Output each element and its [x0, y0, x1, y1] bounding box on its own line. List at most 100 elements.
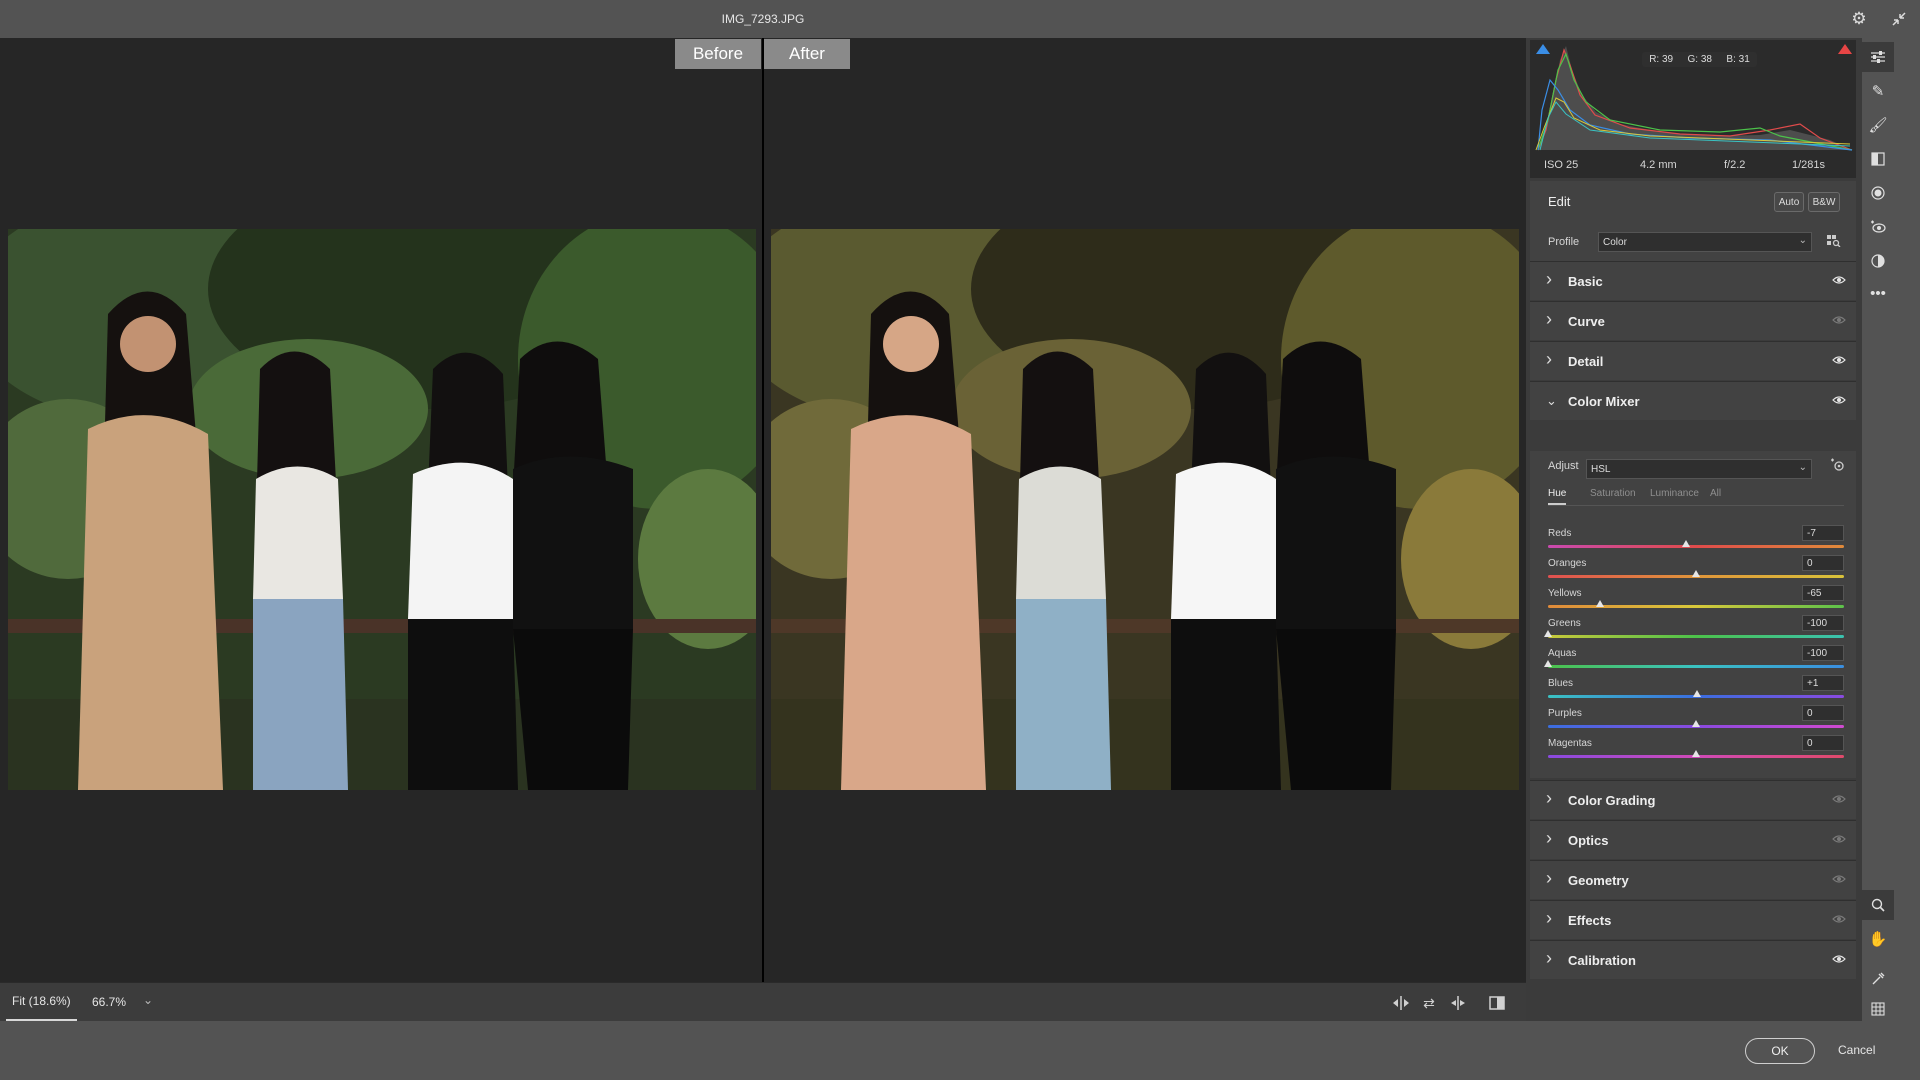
brush-icon[interactable]: 🖌	[1862, 110, 1894, 140]
slider-value-input[interactable]: -7	[1802, 525, 1844, 541]
slider-value-input[interactable]: -100	[1802, 615, 1844, 631]
tab-hue[interactable]: Hue	[1548, 488, 1567, 505]
chevron-down-icon[interactable]: ⌄	[143, 993, 153, 1007]
slider-value-input[interactable]: 0	[1802, 555, 1844, 571]
gear-icon[interactable]: ⚙	[1848, 8, 1870, 30]
slider-thumb[interactable]	[1544, 660, 1552, 667]
slider-thumb[interactable]	[1692, 570, 1700, 577]
eye-icon[interactable]	[1832, 831, 1846, 847]
profile-browser-icon[interactable]	[1827, 235, 1841, 250]
chevron-down-icon[interactable]: ⌄	[1546, 393, 1557, 409]
edit-title: Edit	[1548, 194, 1571, 209]
section-calibration[interactable]: › Calibration	[1530, 940, 1856, 979]
copy-settings-icon[interactable]	[1447, 992, 1469, 1014]
slider-thumb[interactable]	[1681, 540, 1690, 547]
grid-overlay-icon[interactable]	[1862, 994, 1894, 1024]
targeted-adjustment-icon[interactable]	[1829, 458, 1845, 475]
tab-saturation[interactable]: Saturation	[1590, 488, 1636, 499]
redeye-icon[interactable]	[1862, 212, 1894, 242]
section-detail[interactable]: › Detail	[1530, 341, 1856, 380]
section-color-grading[interactable]: › Color Grading	[1530, 780, 1856, 819]
profile-label: Profile	[1548, 236, 1580, 248]
slider-value-input[interactable]: -65	[1802, 585, 1844, 601]
zoom-value[interactable]: 66.7%	[92, 995, 126, 1009]
hand-icon[interactable]: ✋	[1862, 924, 1894, 954]
slider-label: Yellows	[1548, 588, 1582, 599]
section-color-mixer[interactable]: ⌄ Color Mixer	[1530, 381, 1856, 420]
slider-thumb[interactable]	[1595, 600, 1604, 607]
slider-thumb[interactable]	[1692, 750, 1700, 757]
section-basic[interactable]: › Basic	[1530, 261, 1856, 300]
ok-button[interactable]: OK	[1745, 1038, 1815, 1064]
collapse-icon[interactable]	[1888, 8, 1910, 30]
section-geometry[interactable]: › Geometry	[1530, 860, 1856, 899]
zoom-fit-button[interactable]: Fit (18.6%)	[6, 983, 77, 1021]
presets-icon[interactable]	[1862, 246, 1894, 276]
section-label: Detail	[1568, 354, 1604, 369]
image-canvas[interactable]: Before After	[0, 38, 1526, 982]
shadow-clipping-icon[interactable]	[1536, 44, 1550, 54]
slider-label: Purples	[1548, 708, 1582, 719]
slider-thumb[interactable]	[1544, 630, 1552, 637]
toggle-compare-icon[interactable]	[1486, 992, 1508, 1014]
eye-icon[interactable]	[1832, 352, 1846, 368]
slider-value-input[interactable]: 0	[1802, 735, 1844, 751]
eye-icon[interactable]	[1832, 791, 1846, 807]
slider-thumb[interactable]	[1692, 720, 1700, 727]
swap-settings-icon[interactable]: ⇄	[1418, 992, 1440, 1014]
more-icon[interactable]: •••	[1862, 278, 1894, 308]
color-sampler-icon[interactable]	[1862, 964, 1894, 994]
section-label: Curve	[1568, 314, 1605, 329]
slider-thumb[interactable]	[1693, 690, 1702, 697]
chevron-right-icon[interactable]: ›	[1546, 309, 1552, 330]
before-after-view-icon[interactable]	[1390, 992, 1412, 1014]
slider-track[interactable]	[1548, 605, 1844, 608]
chevron-right-icon[interactable]: ›	[1546, 828, 1552, 849]
slider-blues: Blues +1	[1548, 675, 1844, 708]
camera-raw-window: IMG_7293.JPG ⚙ Before After Fit (18.6%) …	[0, 0, 1920, 1080]
gradient-icon[interactable]	[1862, 144, 1894, 174]
chevron-right-icon[interactable]: ›	[1546, 948, 1552, 969]
eye-icon[interactable]	[1832, 392, 1846, 408]
chevron-right-icon[interactable]: ›	[1546, 349, 1552, 370]
adjust-select[interactable]: HSL ⌄	[1586, 459, 1812, 479]
chevron-right-icon[interactable]: ›	[1546, 788, 1552, 809]
slider-value-input[interactable]: +1	[1802, 675, 1844, 691]
section-effects[interactable]: › Effects	[1530, 900, 1856, 939]
exif-aperture: f/2.2	[1724, 159, 1746, 171]
section-optics[interactable]: › Optics	[1530, 820, 1856, 859]
slider-track[interactable]	[1548, 635, 1844, 638]
radial-icon[interactable]	[1862, 178, 1894, 208]
chevron-right-icon[interactable]: ›	[1546, 868, 1552, 889]
slider-track[interactable]	[1548, 545, 1844, 548]
slider-reds: Reds -7	[1548, 525, 1844, 558]
slider-track[interactable]	[1548, 665, 1844, 668]
tab-luminance[interactable]: Luminance	[1650, 488, 1699, 499]
tab-all[interactable]: All	[1710, 488, 1721, 499]
slider-value-input[interactable]: -100	[1802, 645, 1844, 661]
eye-icon[interactable]	[1832, 911, 1846, 927]
slider-magentas: Magentas 0	[1548, 735, 1844, 768]
bw-button[interactable]: B&W	[1808, 192, 1840, 212]
eye-icon[interactable]	[1832, 312, 1846, 328]
eye-icon[interactable]	[1832, 272, 1846, 288]
auto-button[interactable]: Auto	[1774, 192, 1804, 212]
section-curve[interactable]: › Curve	[1530, 301, 1856, 340]
zoom-icon[interactable]	[1862, 890, 1894, 920]
slider-label: Magentas	[1548, 738, 1592, 749]
edit-sliders-icon[interactable]	[1862, 42, 1894, 72]
title-bar: IMG_7293.JPG ⚙	[0, 0, 1920, 38]
chevron-right-icon[interactable]: ›	[1546, 269, 1552, 290]
cancel-button[interactable]: Cancel	[1838, 1043, 1875, 1057]
highlight-clipping-icon[interactable]	[1838, 44, 1852, 54]
healing-icon[interactable]: ✎	[1862, 76, 1894, 106]
profile-select[interactable]: Color ⌄	[1598, 232, 1812, 252]
slider-value-input[interactable]: 0	[1802, 705, 1844, 721]
slider-yellows: Yellows -65	[1548, 585, 1844, 618]
readout-g: G: 38	[1687, 54, 1712, 65]
before-label: Before	[675, 39, 761, 69]
eye-icon[interactable]	[1832, 951, 1846, 967]
chevron-right-icon[interactable]: ›	[1546, 908, 1552, 929]
after-label: After	[764, 39, 850, 69]
eye-icon[interactable]	[1832, 871, 1846, 887]
